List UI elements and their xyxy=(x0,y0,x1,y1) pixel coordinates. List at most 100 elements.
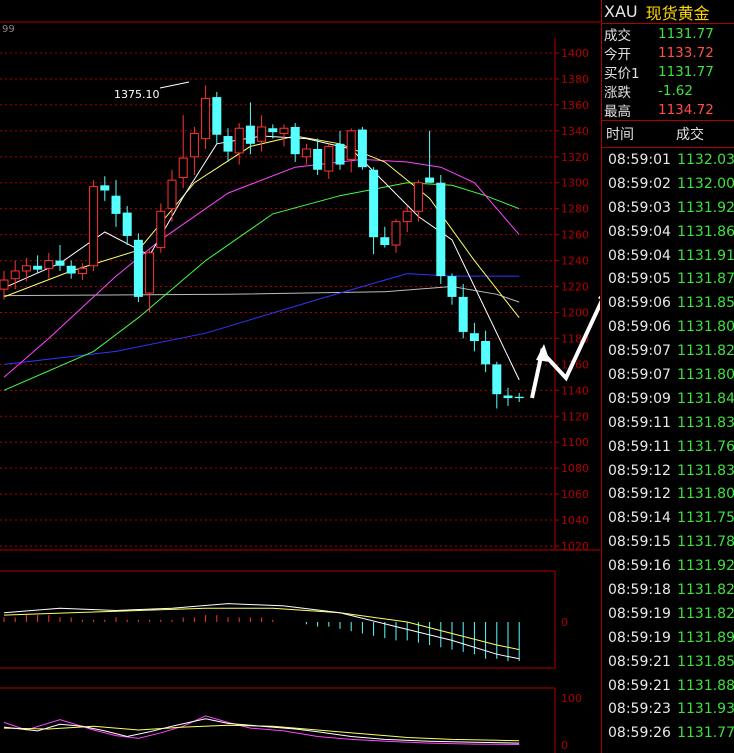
candle xyxy=(167,169,177,222)
candle xyxy=(133,233,143,303)
candle-body xyxy=(111,195,121,214)
tick-row[interactable]: 08:59:11 1131.76 xyxy=(602,435,734,459)
tick-row[interactable]: 08:59:11 1131.83 xyxy=(602,411,734,435)
candle-body xyxy=(0,279,9,290)
candle-body xyxy=(212,97,222,135)
tick-row[interactable]: 08:59:01 1132.03 xyxy=(602,148,734,172)
price-chart[interactable]: 1400 1380 1360 1340 1320 1300 1280 1260 1240 1220… xyxy=(0,0,600,753)
tick-row[interactable]: 08:59:16 1131.92 xyxy=(602,554,734,578)
candlesticks xyxy=(0,85,524,409)
quote-value: -1.62 xyxy=(658,82,693,99)
quote-row: 涨跌 -1.62 xyxy=(602,81,734,101)
quote-label: 成交 xyxy=(604,27,631,44)
tick-row[interactable]: 08:59:19 1131.82 xyxy=(602,602,734,626)
tick-row[interactable]: 08:59:07 1131.80 xyxy=(602,363,734,387)
candle-body xyxy=(413,182,423,212)
tick-row[interactable]: 08:59:12 1131.83 xyxy=(602,459,734,483)
candle-body xyxy=(402,210,412,223)
tick-row[interactable]: 08:59:15 1131.78 xyxy=(602,530,734,554)
tick-time: 08:59:11 xyxy=(608,438,671,455)
candle xyxy=(212,91,222,144)
tick-price: 1131.76 xyxy=(677,438,734,455)
candle xyxy=(33,255,43,274)
candle-body xyxy=(257,126,267,142)
quote-row: 最高 1134.72 xyxy=(602,100,734,120)
tick-row[interactable]: 08:59:21 1131.85 xyxy=(602,650,734,674)
candle-body xyxy=(178,157,188,179)
tick-time: 08:59:01 xyxy=(608,151,671,168)
tick-row[interactable]: 08:59:06 1131.85 xyxy=(602,291,734,315)
tick-price: 1131.78 xyxy=(677,534,734,551)
tick-list[interactable]: 08:59:01 1132.03 08:59:02 1132.00 08:59:03 11… xyxy=(602,148,734,745)
arrow-head-1 xyxy=(536,344,550,362)
tick-price: 1132.00 xyxy=(677,175,734,192)
candle-body xyxy=(335,143,345,165)
candle-body xyxy=(21,265,31,272)
candle-body xyxy=(77,267,87,275)
candle-body xyxy=(514,396,524,399)
candle-body xyxy=(268,128,278,133)
candle-body xyxy=(469,333,479,342)
candle xyxy=(481,330,491,373)
candle-body xyxy=(346,130,356,160)
candle-body xyxy=(156,210,166,249)
candle-body xyxy=(223,136,233,152)
tick-price: 1131.77 xyxy=(677,725,734,742)
tick-price: 1131.80 xyxy=(677,366,734,383)
candle xyxy=(10,260,20,290)
tick-row[interactable]: 08:59:12 1131.80 xyxy=(602,482,734,506)
candle-body xyxy=(391,221,401,246)
tick-row[interactable]: 08:59:26 1131.77 xyxy=(602,721,734,745)
ticks-header-time: 时间 xyxy=(606,127,634,143)
tick-row[interactable]: 08:59:06 1131.80 xyxy=(602,315,734,339)
peak-annotation-group: 1375.10 xyxy=(114,81,190,101)
tick-row[interactable]: 08:59:14 1131.75 xyxy=(602,506,734,530)
tick-time: 08:59:04 xyxy=(608,247,671,264)
tick-row[interactable]: 08:59:19 1131.89 xyxy=(602,626,734,650)
candle xyxy=(21,257,31,282)
candle xyxy=(55,245,65,271)
tick-row[interactable]: 08:59:09 1131.84 xyxy=(602,387,734,411)
tick-row[interactable]: 08:59:18 1131.82 xyxy=(602,578,734,602)
tick-row[interactable]: 08:59:05 1131.87 xyxy=(602,267,734,291)
tick-row[interactable]: 08:59:02 1132.00 xyxy=(602,172,734,196)
y-tick-label: 1380 xyxy=(561,73,589,86)
tick-price: 1131.92 xyxy=(677,558,734,575)
y-tick-label: 1040 xyxy=(561,514,589,527)
quote-value: 1133.72 xyxy=(658,44,714,61)
tick-time: 08:59:21 xyxy=(608,653,671,670)
tick-price: 1131.80 xyxy=(677,486,734,503)
tick-time: 08:59:15 xyxy=(608,534,671,551)
candle xyxy=(301,143,311,165)
quote-label: 买价1 xyxy=(604,65,640,82)
candle xyxy=(458,283,468,339)
tick-row[interactable]: 08:59:07 1131.82 xyxy=(602,339,734,363)
tick-time: 08:59:11 xyxy=(608,414,671,431)
candle xyxy=(357,126,367,170)
tick-price: 1131.92 xyxy=(677,199,734,216)
y-tick-label: 1300 xyxy=(561,177,589,190)
tick-row[interactable]: 08:59:04 1131.91 xyxy=(602,244,734,268)
candle xyxy=(111,180,121,227)
tick-price: 1131.91 xyxy=(677,247,734,264)
tick-time: 08:59:03 xyxy=(608,199,671,216)
tick-row[interactable]: 08:59:03 1131.92 xyxy=(602,196,734,220)
tick-price: 1131.82 xyxy=(677,605,734,622)
candle-body xyxy=(447,276,457,297)
candle-body xyxy=(301,148,311,158)
tick-price: 1131.93 xyxy=(677,701,734,718)
tick-price: 1131.82 xyxy=(677,581,734,598)
main-grid xyxy=(0,21,600,551)
candle-body xyxy=(290,126,300,155)
candle-body xyxy=(66,265,76,274)
candle xyxy=(335,130,345,170)
quote-label: 今开 xyxy=(604,46,631,63)
candle xyxy=(492,361,502,409)
tick-row[interactable]: 08:59:04 1131.86 xyxy=(602,220,734,244)
candle xyxy=(100,176,110,201)
macd-panel: 0 xyxy=(0,570,568,669)
quote-value: 1134.72 xyxy=(658,101,714,118)
candle xyxy=(369,167,379,255)
tick-row[interactable]: 08:59:21 1131.88 xyxy=(602,674,734,698)
tick-row[interactable]: 08:59:23 1131.93 xyxy=(602,697,734,721)
